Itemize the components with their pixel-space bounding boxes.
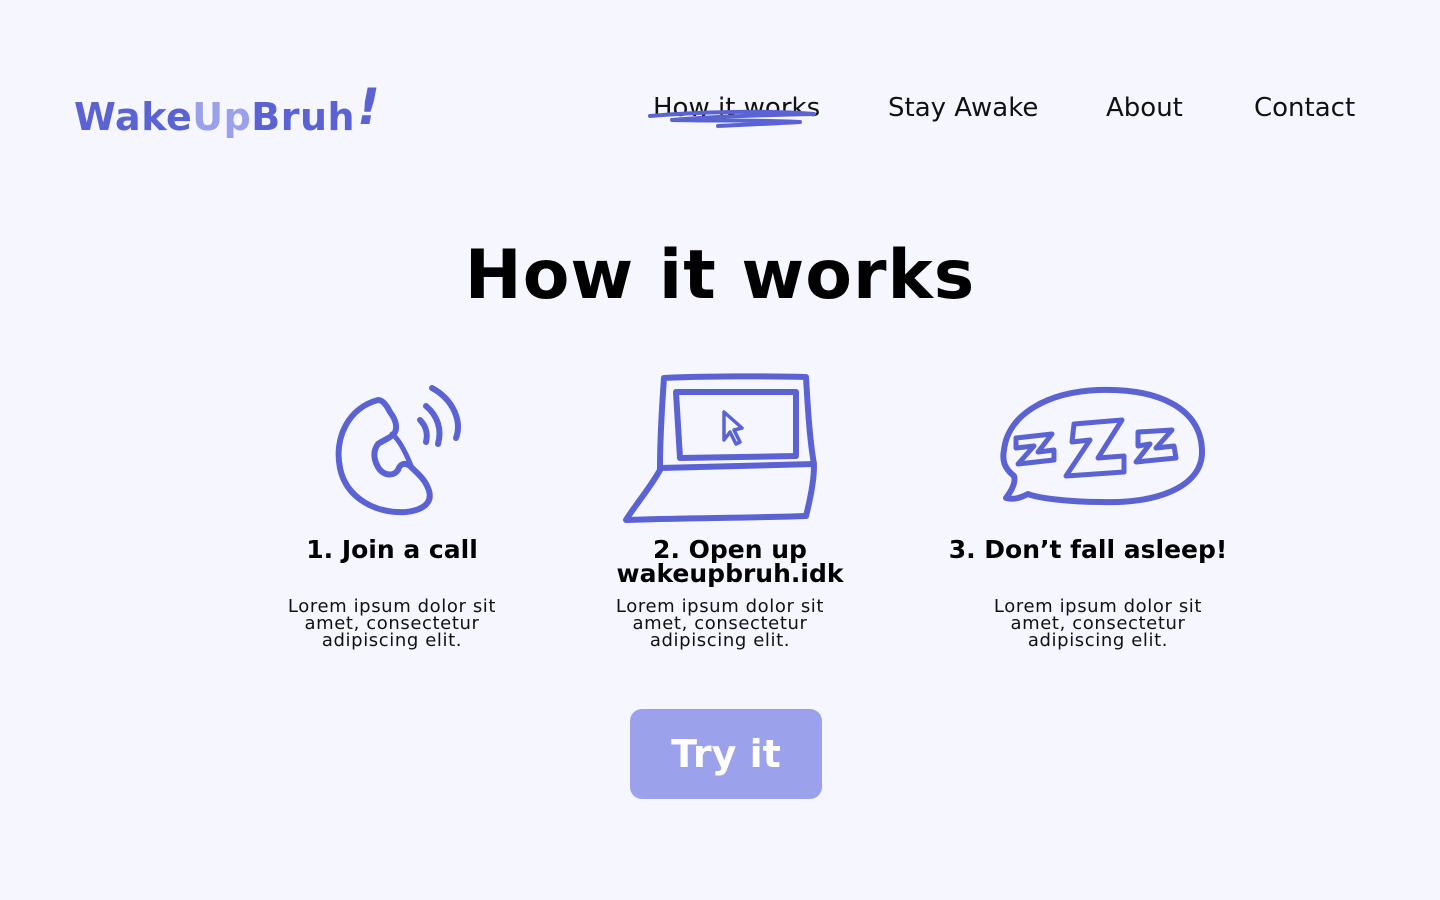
phone-icon — [335, 385, 461, 516]
step-2-description: Lorem ipsum dolor sit amet, consectetur … — [615, 596, 825, 651]
try-it-button[interactable]: Try it — [630, 709, 822, 799]
step-2-title: 2. Open up wakeupbruh.idk — [616, 535, 844, 588]
laptop-icon — [623, 373, 817, 523]
step-3-description: Lorem ipsum dolor sit amet, consectetur … — [993, 596, 1203, 651]
nav-link-about[interactable]: About — [1106, 88, 1183, 128]
active-nav-scribble-underline — [648, 109, 816, 128]
step-3-title: 3. Don’t fall asleep! — [948, 535, 1228, 564]
step-1-title: 1. Join a call — [306, 535, 478, 564]
sleep-bubble-icon — [1000, 386, 1205, 506]
nav-link-contact[interactable]: Contact — [1254, 88, 1355, 128]
step-1-description: Lorem ipsum dolor sit amet, consectetur … — [287, 596, 497, 651]
nav-link-stay-awake[interactable]: Stay Awake — [888, 88, 1038, 128]
page-title: How it works — [464, 236, 976, 315]
